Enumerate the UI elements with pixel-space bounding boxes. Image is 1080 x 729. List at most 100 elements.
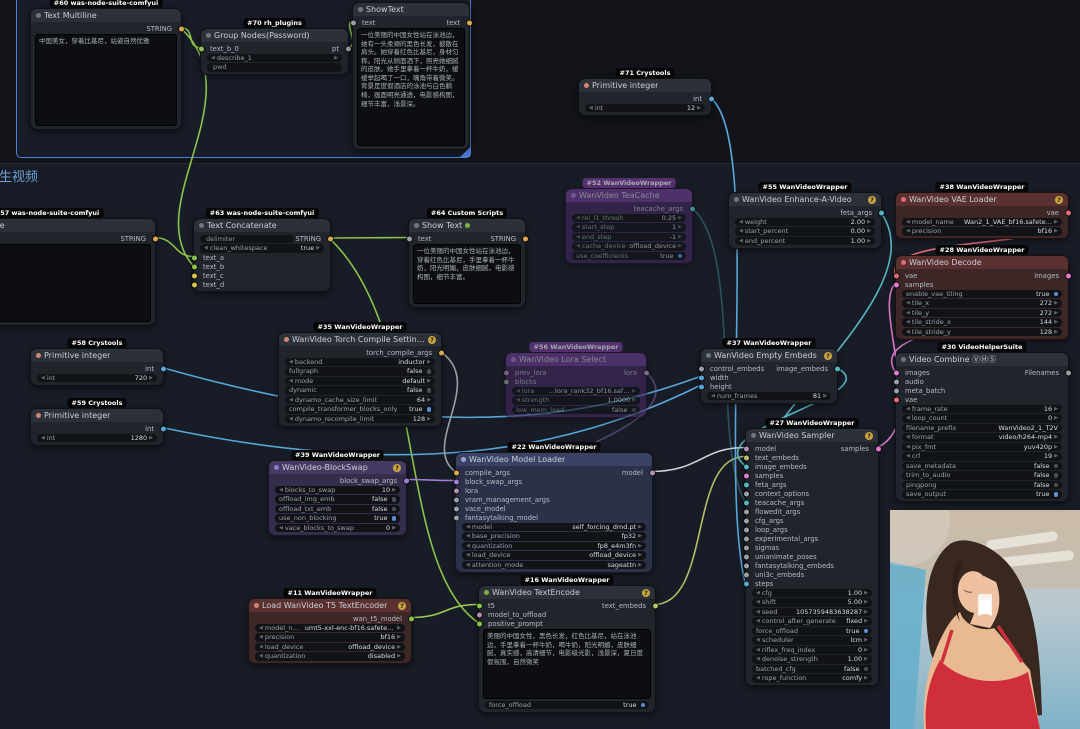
decrement-arrow-icon[interactable]: ◀ [576,243,580,249]
increment-arrow-icon[interactable]: ▶ [638,524,642,530]
increment-arrow-icon[interactable]: ▶ [149,435,153,441]
help-icon[interactable]: ? [393,463,401,472]
node-torch-compile-settings[interactable]: #35 WanVideoWrapper WanVideo Torch Compil… [278,322,444,427]
decrement-arrow-icon[interactable]: ◀ [259,644,263,650]
decrement-arrow-icon[interactable]: ◀ [906,228,910,234]
widget-text-input[interactable]: pwd [207,63,342,72]
input-port-flowedit_args[interactable] [743,509,749,514]
decrement-arrow-icon[interactable]: ◀ [906,329,910,335]
toggle-icon[interactable] [1053,291,1058,296]
decrement-arrow-icon[interactable]: ◀ [279,487,283,493]
increment-arrow-icon[interactable]: ▶ [632,388,636,394]
decrement-arrow-icon[interactable]: ◀ [756,590,760,596]
decrement-arrow-icon[interactable]: ◀ [906,444,910,450]
decrement-arrow-icon[interactable]: ◀ [906,453,910,459]
decrement-arrow-icon[interactable]: ◀ [756,656,760,662]
node-titlebar[interactable]: WanVideo Enhance-A-Video? [729,193,881,206]
widget-fullgraph[interactable]: fullgraph false [285,367,435,376]
increment-arrow-icon[interactable]: ▶ [397,653,401,659]
widget-int[interactable]: ◀ int 12 ▶ [585,103,705,112]
input-port-t5[interactable] [476,603,482,608]
output-port-wan_t5_model[interactable] [408,616,414,621]
output-port-vae[interactable] [1065,210,1071,215]
decrement-arrow-icon[interactable]: ◀ [906,310,910,316]
widget-save_metadata[interactable]: save_metadata false [902,461,1062,470]
increment-arrow-icon[interactable]: ▶ [392,525,396,531]
increment-arrow-icon[interactable]: ▶ [867,238,871,244]
widget-use_non_blocking[interactable]: use_non_blocking true [275,514,400,523]
widget-end_percent[interactable]: ◀ end_percent 1.00 ▶ [735,236,875,245]
decrement-arrow-icon[interactable]: ◀ [711,393,715,399]
widget-blocks_to_swap[interactable]: ◀ blocks_to_swap 10 ▶ [275,485,400,494]
node-text-concatenate-63[interactable]: #63 was-node-suite-comfyui Text Concatena… [191,208,333,292]
decrement-arrow-icon[interactable]: ◀ [516,388,520,394]
decrement-arrow-icon[interactable]: ◀ [906,319,910,325]
decrement-arrow-icon[interactable]: ◀ [41,375,45,381]
widget-format[interactable]: ◀ format video/h264-mp4 ▶ [902,433,1062,442]
decrement-arrow-icon[interactable]: ◀ [739,238,743,244]
help-icon[interactable]: ? [428,335,436,344]
decrement-arrow-icon[interactable]: ◀ [211,55,215,61]
collapse-dot-icon[interactable] [36,13,41,18]
widget-tile_y[interactable]: ◀ tile_y 272 ▶ [902,308,1062,317]
increment-arrow-icon[interactable]: ▶ [864,599,868,605]
decrement-arrow-icon[interactable]: ◀ [289,416,293,422]
output-port-lora[interactable] [643,370,649,375]
input-port-compile_args[interactable] [453,470,459,475]
input-port-text_b_0[interactable] [198,46,204,51]
node-wanvideo-textencode[interactable]: #16 WanVideoWrapper WanVideo TextEncode? t… [476,575,658,713]
collapse-dot-icon[interactable] [284,337,289,342]
increment-arrow-icon[interactable]: ▶ [864,590,868,596]
widget-use_coefficients[interactable]: use_coefficients true [572,251,686,260]
input-port-meta_batch[interactable] [893,388,899,393]
output-port-image_embeds[interactable] [834,366,840,371]
toggle-icon[interactable] [1053,492,1058,497]
node-titlebar[interactable]: WanVideo TextEncode? [479,586,655,599]
toggle-icon[interactable] [640,702,645,707]
decrement-arrow-icon[interactable]: ◀ [289,359,293,365]
widget-compile_transformer_blocks_only[interactable]: compile_transformer_blocks_only true [285,405,435,414]
widget-end_step[interactable]: ◀ end_step -1 ▶ [572,232,686,241]
decrement-arrow-icon[interactable]: ◀ [289,397,293,403]
collapse-dot-icon[interactable] [199,223,204,228]
increment-arrow-icon[interactable]: ▶ [316,245,320,251]
increment-arrow-icon[interactable]: ▶ [864,609,868,615]
input-port-control_embeds[interactable] [698,366,704,371]
increment-arrow-icon[interactable]: ▶ [1054,310,1058,316]
help-icon[interactable]: ? [398,601,406,610]
toggle-icon[interactable] [426,369,431,374]
node-titlebar[interactable]: Primitive integer [31,349,163,362]
node-wanvideo-model-loader[interactable]: #22 WanVideoWrapper WanVideo Model Loader… [453,442,655,573]
group-title[interactable]: 生视频 [0,166,38,185]
decrement-arrow-icon[interactable]: ◀ [466,533,470,539]
widget-low_mem_load[interactable]: low_mem_load false [512,405,640,414]
collapse-dot-icon[interactable] [571,193,576,198]
increment-arrow-icon[interactable]: ▶ [149,375,153,381]
help-icon[interactable]: ? [1055,195,1063,204]
input-port-text_d[interactable] [191,282,197,287]
widget-crf[interactable]: ◀ crf 19 ▶ [902,452,1062,461]
increment-arrow-icon[interactable]: ▶ [1054,453,1058,459]
input-port-uni3c_embeds[interactable] [743,572,749,577]
decrement-arrow-icon[interactable]: ◀ [259,653,263,659]
help-icon[interactable]: ? [868,195,876,204]
node-titlebar[interactable]: WanVideo Sampler? [746,429,878,442]
increment-arrow-icon[interactable]: ▶ [678,243,682,249]
node-titlebar[interactable]: WanVideo TeaCache [566,189,692,202]
decrement-arrow-icon[interactable]: ◀ [756,599,760,605]
decrement-arrow-icon[interactable]: ◀ [576,224,580,230]
collapse-dot-icon[interactable] [901,357,906,362]
node-wanvideo-teacache-52[interactable]: #52 WanVideoWrapper WanVideo TeaCache teac… [565,178,695,264]
increment-arrow-icon[interactable]: ▶ [427,378,431,384]
widget-seed[interactable]: ◀ seed 1057359483638287 ▶ [752,607,872,616]
node-wanvideo-blockswap[interactable]: #39 WanVideoWrapper WanVideo-BlockSwap? bl… [268,450,409,536]
collapse-dot-icon[interactable] [584,83,589,88]
collapse-dot-icon[interactable] [461,457,466,462]
widget-pingpong[interactable]: pingpong false [902,480,1062,489]
widget-dynamo_cache_size_limit[interactable]: ◀ dynamo_cache_size_limit 64 ▶ [285,395,435,404]
increment-arrow-icon[interactable]: ▶ [864,675,868,681]
node-group-nodes-password[interactable]: #70 rh_plugins Group Nodes(Password) text_… [198,18,351,75]
input-port-height[interactable] [698,384,704,389]
input-port-text_c[interactable] [191,273,197,278]
decrement-arrow-icon[interactable]: ◀ [756,618,760,624]
